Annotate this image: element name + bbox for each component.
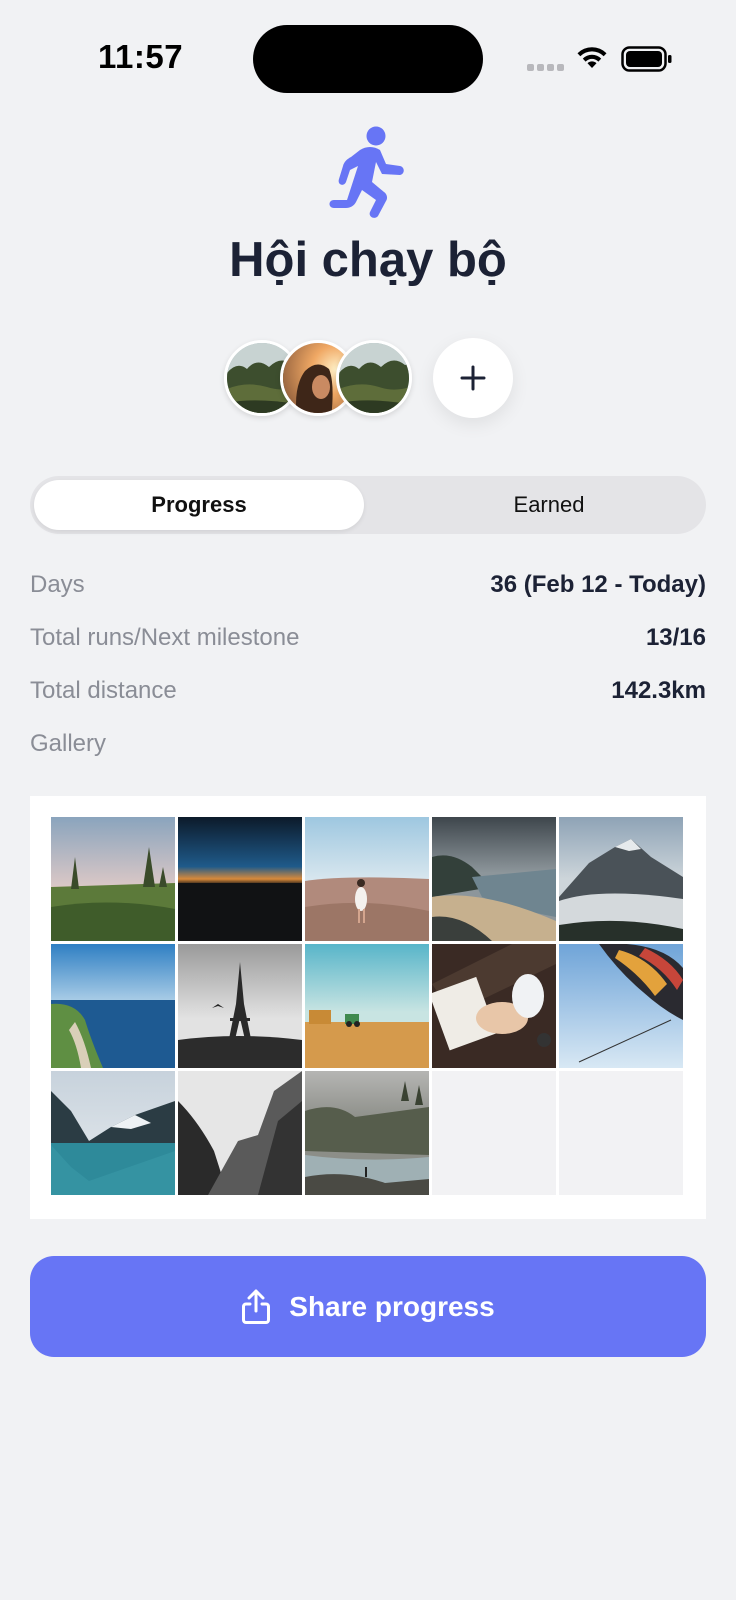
share-progress-button[interactable]: Share progress: [30, 1256, 706, 1357]
stat-value: 142.3km: [611, 677, 706, 704]
battery-icon: [621, 46, 672, 72]
gallery-photo-eiffel-tower[interactable]: [178, 944, 302, 1068]
cellular-signal-icon: [527, 64, 564, 71]
gallery-photo-meadow[interactable]: [51, 817, 175, 941]
gallery-empty-slot: [432, 1071, 556, 1195]
gallery-photo-woman-desert[interactable]: [305, 817, 429, 941]
tab-earned[interactable]: Earned: [396, 480, 702, 530]
share-icon: [242, 1289, 271, 1324]
tab-progress[interactable]: Progress: [34, 480, 364, 530]
group-title: Hội chạy bộ: [229, 233, 507, 287]
gallery-photo-misty-mountain[interactable]: [559, 817, 683, 941]
gallery-grid: [51, 817, 683, 1195]
gallery-photo-river-valley[interactable]: [305, 1071, 429, 1195]
gallery-photo-hands-writing[interactable]: [432, 944, 556, 1068]
gallery-card: [30, 796, 706, 1219]
running-person-icon: [329, 126, 404, 218]
stat-runs: Total runs/Next milestone 13/16: [30, 618, 706, 658]
stat-label: Days: [30, 571, 85, 598]
stat-days: Days 36 (Feb 12 - Today): [30, 565, 706, 605]
gallery-photo-sea-cliffs[interactable]: [51, 944, 175, 1068]
stat-label: Total distance: [30, 677, 177, 704]
gallery-heading-row: Gallery: [30, 724, 706, 764]
gallery-photo-night-horizon[interactable]: [178, 817, 302, 941]
gallery-photo-hot-air-balloon[interactable]: [559, 944, 683, 1068]
plus-icon: [460, 365, 486, 391]
dynamic-island: [253, 25, 483, 93]
gallery-photo-coast-beach[interactable]: [432, 817, 556, 941]
status-bar: 11:57: [0, 0, 736, 110]
gallery-photo-field-tractor[interactable]: [305, 944, 429, 1068]
gallery-empty-slot: [559, 1071, 683, 1195]
wifi-icon: [577, 47, 607, 68]
stat-value: 36 (Feb 12 - Today): [490, 571, 706, 598]
gallery-photo-bw-mountains[interactable]: [178, 1071, 302, 1195]
status-time: 11:57: [98, 38, 184, 75]
share-button-label: Share progress: [289, 1290, 495, 1322]
stat-label: Total runs/Next milestone: [30, 624, 300, 651]
gallery-photo-mountain-lake[interactable]: [51, 1071, 175, 1195]
add-member-button[interactable]: [433, 338, 513, 418]
stat-distance: Total distance 142.3km: [30, 671, 706, 711]
segmented-control: Progress Earned: [30, 476, 706, 534]
stat-value: 13/16: [645, 624, 706, 651]
member-avatar-3[interactable]: [336, 340, 412, 416]
gallery-label: Gallery: [30, 730, 107, 757]
